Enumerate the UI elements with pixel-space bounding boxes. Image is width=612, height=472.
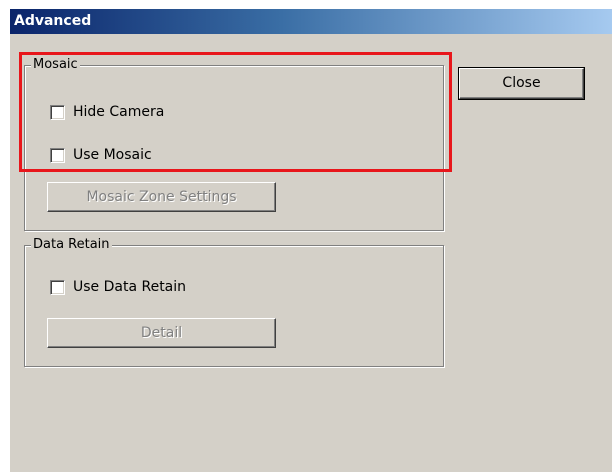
hide-camera-option[interactable]: Hide Camera <box>50 103 164 121</box>
hide-camera-label: Hide Camera <box>73 104 165 120</box>
advanced-dialog: Advanced Mosaic Hide Camera Use Mosaic M… <box>9 8 612 472</box>
mosaic-groupbox: Mosaic Hide Camera Use Mosaic Mosaic Zon… <box>24 57 444 231</box>
mosaic-group-label: Mosaic <box>31 57 80 73</box>
data-retain-groupbox: Data Retain Use Data Retain Detail <box>24 237 444 367</box>
use-data-retain-option[interactable]: Use Data Retain <box>50 278 186 296</box>
use-mosaic-checkbox[interactable] <box>50 147 65 163</box>
dialog-title-bar[interactable]: Advanced <box>10 9 612 34</box>
close-button[interactable]: Close <box>458 67 585 100</box>
detail-button-label: Detail <box>140 325 183 341</box>
use-mosaic-option[interactable]: Use Mosaic <box>50 146 152 164</box>
close-button-label: Close <box>502 75 541 91</box>
hide-camera-checkbox[interactable] <box>50 104 65 120</box>
dialog-title: Advanced <box>14 13 92 29</box>
use-mosaic-label: Use Mosaic <box>73 147 152 163</box>
mosaic-zone-settings-button[interactable]: Mosaic Zone Settings <box>47 182 276 212</box>
use-data-retain-checkbox[interactable] <box>50 279 65 295</box>
use-data-retain-label: Use Data Retain <box>73 279 187 295</box>
data-retain-group-label: Data Retain <box>31 237 112 253</box>
mosaic-zone-settings-label: Mosaic Zone Settings <box>86 189 237 205</box>
detail-button[interactable]: Detail <box>47 318 276 348</box>
